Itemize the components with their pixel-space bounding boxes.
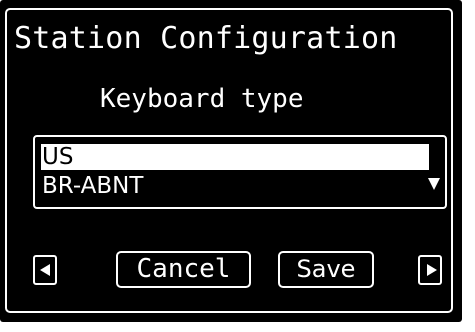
- save-button[interactable]: Save: [278, 251, 374, 288]
- left-arrow-icon: [40, 264, 50, 276]
- cancel-button[interactable]: Cancel: [116, 251, 251, 288]
- previous-button[interactable]: [33, 255, 57, 285]
- dialog-heading: Keyboard type: [100, 84, 304, 114]
- scroll-down-icon[interactable]: [428, 178, 440, 190]
- terminal-screen: Station Configuration Keyboard type US B…: [0, 0, 462, 322]
- window-title: Station Configuration: [14, 21, 398, 56]
- next-button[interactable]: [418, 255, 442, 285]
- list-item-us[interactable]: US: [41, 144, 429, 170]
- keyboard-type-listbox[interactable]: US BR-ABNT: [33, 135, 447, 209]
- list-item-br-abnt[interactable]: BR-ABNT: [41, 173, 401, 199]
- right-arrow-icon: [427, 264, 437, 276]
